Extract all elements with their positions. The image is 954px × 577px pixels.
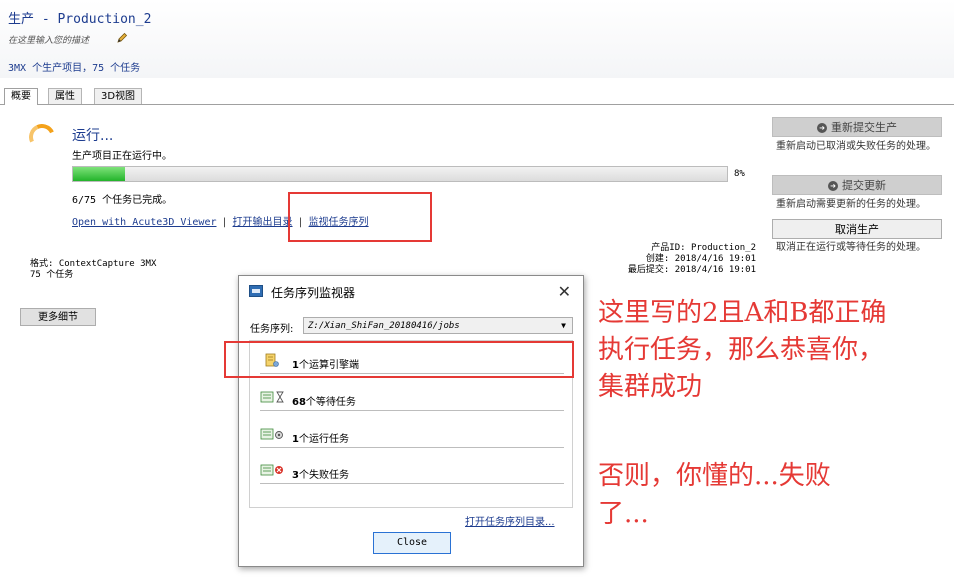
tab-3d-view[interactable]: 3D视图 <box>94 88 143 104</box>
resubmit-label: 重新提交生产 <box>831 121 897 134</box>
progress-fill <box>73 167 126 181</box>
resubmit-production-button[interactable]: ➜ 重新提交生产 <box>772 117 942 137</box>
list-item-running[interactable]: 1个运行任务 <box>260 425 564 448</box>
queue-select[interactable]: Z:/Xian_ShiFan_20180416/jobs ▼ <box>303 317 573 334</box>
status-description: 生产项目正在运行中。 <box>72 151 172 162</box>
running-tasks-icon <box>260 428 283 440</box>
more-details-button[interactable]: 更多细节 <box>20 308 96 326</box>
submit-update-button[interactable]: ➜ 提交更新 <box>772 175 942 195</box>
production-counts: 3MX 个生产项目，75 个任务 <box>8 63 141 74</box>
tab-bar: 概要 属性 3D视图 <box>0 88 954 105</box>
pencil-icon[interactable] <box>116 32 128 44</box>
cancel-production-button[interactable]: 取消生产 <box>772 219 942 239</box>
progress-bar <box>72 166 728 182</box>
status-label: 运行... <box>72 128 114 144</box>
tab-overview[interactable]: 概要 <box>4 88 38 105</box>
queue-path: Z:/Xian_ShiFan_20180416/jobs <box>308 321 460 331</box>
progress-percent: 8% <box>734 169 745 179</box>
failed-text: 3个失败任务 <box>292 470 349 481</box>
open-output-dir-link[interactable]: 打开输出目录 <box>233 217 293 228</box>
list-item-waiting[interactable]: 68个等待任务 <box>260 388 564 411</box>
monitor-app-icon <box>249 285 263 297</box>
waiting-tasks-icon <box>260 391 284 403</box>
resubmit-description: 重新启动已取消或失败任务的处理。 <box>776 141 936 152</box>
chevron-down-icon: ▼ <box>561 321 566 330</box>
highlight-monitor-link <box>288 192 432 242</box>
link-separator: | <box>221 217 228 228</box>
description-placeholder[interactable]: 在这里输入您的描述 <box>8 33 89 46</box>
close-button[interactable]: Close <box>373 532 451 554</box>
product-id: 产品ID: Production_2 <box>651 243 756 253</box>
submit-update-description: 重新启动需要更新的任务的处理。 <box>776 199 926 210</box>
submit-update-label: 提交更新 <box>842 179 886 192</box>
cancel-description: 取消正在运行或等待任务的处理。 <box>776 242 926 253</box>
running-text: 1个运行任务 <box>292 434 349 445</box>
page-title: 生产 - Production_2 <box>8 12 152 27</box>
submit-update-icon: ➜ <box>828 181 838 191</box>
waiting-text: 68个等待任务 <box>292 397 356 408</box>
tasks-done-text: 6/75 个任务已完成。 <box>72 195 173 206</box>
tasks-line: 75 个任务 <box>30 270 74 280</box>
open-viewer-link[interactable]: Open with Acute3D Viewer <box>72 217 217 228</box>
queue-label: 任务序列: <box>250 324 294 335</box>
resubmit-icon: ➜ <box>817 123 827 133</box>
format-info: 格式: ContextCapture 3MX 75 个任务 <box>30 259 156 281</box>
annotation-line-5: 了... <box>598 499 649 529</box>
highlight-engine-row <box>224 341 574 378</box>
close-icon[interactable]: ✕ <box>558 282 571 301</box>
format-line: 格式: ContextCapture 3MX <box>30 259 157 269</box>
queue-monitor-dialog: 任务序列监视器 ✕ 任务序列: Z:/Xian_ShiFan_20180416/… <box>238 275 584 567</box>
last-submitted-date: 最后提交: 2018/4/16 19:01 <box>627 265 756 275</box>
tab-properties[interactable]: 属性 <box>48 88 82 104</box>
production-meta: 产品ID: Production_2 创建: 2018/4/16 19:01 最… <box>628 243 756 276</box>
annotation-line-2: 执行任务，那么恭喜你， <box>598 335 885 365</box>
failed-tasks-icon <box>260 464 283 476</box>
annotation-line-3: 集群成功 <box>598 372 703 402</box>
list-item-failed[interactable]: 3个失败任务 <box>260 461 564 484</box>
annotation-line-4: 否则，你懂的...失败 <box>598 461 831 491</box>
dialog-title-bar[interactable]: 任务序列监视器 ✕ <box>239 276 583 308</box>
created-date: 创建: 2018/4/16 19:01 <box>645 254 756 264</box>
annotation-line-1: 这里写的2且A和B都正确 <box>598 298 887 328</box>
dialog-title: 任务序列监视器 <box>271 286 356 300</box>
open-queue-dir-link[interactable]: 打开任务序列目录... <box>465 513 555 528</box>
